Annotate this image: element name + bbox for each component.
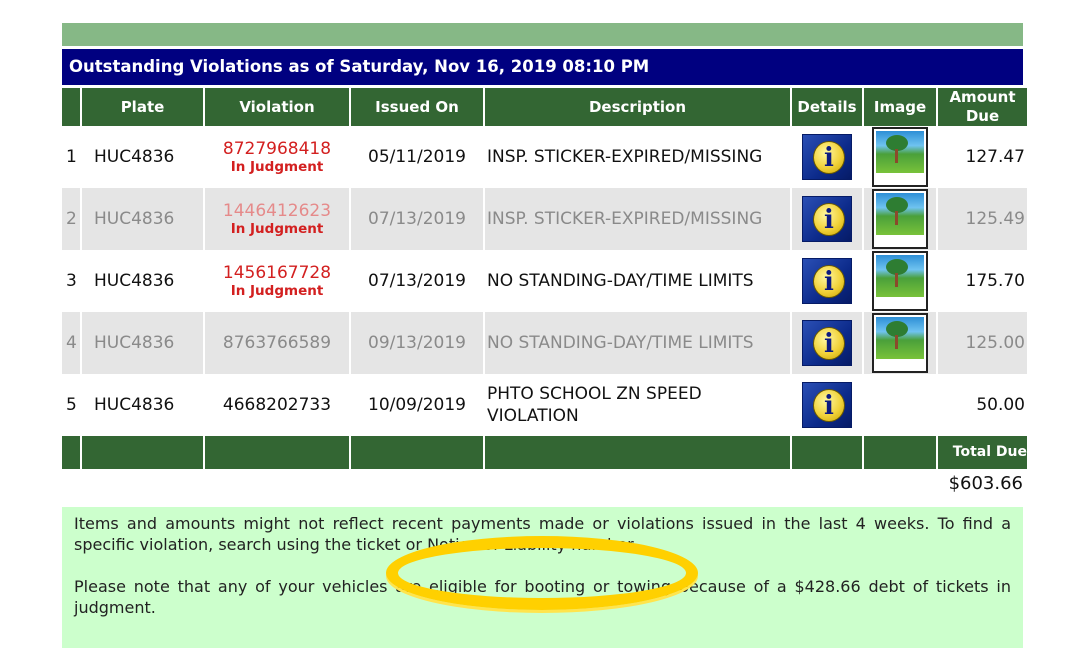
table-row: 4 HUC4836 8763766589 09/13/2019 NO STAND… bbox=[62, 312, 1027, 374]
plate-cell: HUC4836 bbox=[82, 126, 203, 188]
violations-panel: Outstanding Violations as of Saturday, N… bbox=[62, 23, 1027, 648]
plate-cell: HUC4836 bbox=[82, 374, 203, 436]
table-row: 3 HUC4836 1456167728 In Judgment 07/13/2… bbox=[62, 250, 1027, 312]
notice-payments-text: Items and amounts might not reflect rece… bbox=[74, 514, 1011, 554]
amount-due-cell: 125.00 bbox=[938, 312, 1027, 374]
info-icon[interactable]: i bbox=[802, 258, 852, 304]
row-index: 2 bbox=[62, 188, 80, 250]
total-row: Total Due bbox=[62, 436, 1027, 469]
page-title: Outstanding Violations as of Saturday, N… bbox=[62, 49, 1023, 85]
violation-cell: 8763766589 bbox=[205, 312, 349, 374]
violation-number-link[interactable]: 4668202733 bbox=[205, 395, 349, 415]
issued-on-cell: 09/13/2019 bbox=[351, 312, 483, 374]
info-icon[interactable]: i bbox=[802, 196, 852, 242]
violation-cell: 1456167728 In Judgment bbox=[205, 250, 349, 312]
plate-cell: HUC4836 bbox=[82, 188, 203, 250]
plate-cell: HUC4836 bbox=[82, 250, 203, 312]
top-bar bbox=[62, 23, 1023, 46]
description-cell: INSP. STICKER-EXPIRED/MISSING bbox=[485, 188, 790, 250]
description-cell: PHTO SCHOOL ZN SPEED VIOLATION bbox=[485, 374, 790, 436]
issued-on-cell: 05/11/2019 bbox=[351, 126, 483, 188]
description-cell: NO STANDING-DAY/TIME LIMITS bbox=[485, 250, 790, 312]
description-cell: INSP. STICKER-EXPIRED/MISSING bbox=[485, 126, 790, 188]
issued-on-cell: 07/13/2019 bbox=[351, 250, 483, 312]
image-cell bbox=[864, 126, 936, 188]
amount-due-cell: 50.00 bbox=[938, 374, 1027, 436]
col-header-image: Image bbox=[864, 85, 936, 126]
photo-thumbnail-icon[interactable] bbox=[872, 189, 928, 249]
violation-number-link[interactable]: 1446412623 bbox=[205, 201, 349, 221]
issued-on-cell: 10/09/2019 bbox=[351, 374, 483, 436]
row-index: 4 bbox=[62, 312, 80, 374]
notice-booting-text: Please note that any of your vehicles ar… bbox=[74, 577, 1011, 617]
amount-due-cell: 125.49 bbox=[938, 188, 1027, 250]
row-index: 5 bbox=[62, 374, 80, 436]
photo-thumbnail-icon[interactable] bbox=[872, 127, 928, 187]
photo-thumbnail-icon[interactable] bbox=[872, 251, 928, 311]
judgment-status: In Judgment bbox=[230, 158, 324, 175]
col-header-issued-on: Issued On bbox=[351, 85, 483, 126]
violation-cell: 8727968418 In Judgment bbox=[205, 126, 349, 188]
col-header-details: Details bbox=[792, 85, 862, 126]
details-cell: i bbox=[792, 126, 862, 188]
table-header: Plate Violation Issued On Description De… bbox=[62, 85, 1027, 126]
judgment-status: In Judgment bbox=[230, 220, 324, 237]
details-cell: i bbox=[792, 312, 862, 374]
col-header-amount-due: Amount Due bbox=[938, 85, 1027, 126]
info-icon[interactable]: i bbox=[802, 134, 852, 180]
total-due-value: $603.66 bbox=[948, 473, 1023, 494]
col-header-index bbox=[62, 85, 80, 126]
details-cell: i bbox=[792, 188, 862, 250]
judgment-status: In Judgment bbox=[230, 282, 324, 299]
row-index: 3 bbox=[62, 250, 80, 312]
col-header-violation: Violation bbox=[205, 85, 349, 126]
description-cell: NO STANDING-DAY/TIME LIMITS bbox=[485, 312, 790, 374]
table-row: 1 HUC4836 8727968418 In Judgment 05/11/2… bbox=[62, 126, 1027, 188]
details-cell: i bbox=[792, 374, 862, 436]
amount-due-cell: 175.70 bbox=[938, 250, 1027, 312]
issued-on-cell: 07/13/2019 bbox=[351, 188, 483, 250]
violation-cell: 4668202733 bbox=[205, 374, 349, 436]
violation-number-link[interactable]: 1456167728 bbox=[205, 263, 349, 283]
image-cell bbox=[864, 250, 936, 312]
info-icon[interactable]: i bbox=[802, 382, 852, 428]
col-header-description: Description bbox=[485, 85, 790, 126]
violation-number-link[interactable]: 8727968418 bbox=[205, 139, 349, 159]
info-icon[interactable]: i bbox=[802, 320, 852, 366]
image-cell bbox=[864, 188, 936, 250]
plate-cell: HUC4836 bbox=[82, 312, 203, 374]
details-cell: i bbox=[792, 250, 862, 312]
violation-cell: 1446412623 In Judgment bbox=[205, 188, 349, 250]
violations-table: Plate Violation Issued On Description De… bbox=[60, 85, 1029, 469]
image-cell bbox=[864, 374, 936, 436]
col-header-plate: Plate bbox=[82, 85, 203, 126]
table-row: 5 HUC4836 4668202733 10/09/2019 PHTO SCH… bbox=[62, 374, 1027, 436]
row-index: 1 bbox=[62, 126, 80, 188]
total-due-label: Total Due bbox=[938, 436, 1027, 469]
table-row: 2 HUC4836 1446412623 In Judgment 07/13/2… bbox=[62, 188, 1027, 250]
violation-number-link[interactable]: 8763766589 bbox=[205, 333, 349, 353]
photo-thumbnail-icon[interactable] bbox=[872, 313, 928, 373]
notice-box: Items and amounts might not reflect rece… bbox=[62, 507, 1023, 648]
amount-due-cell: 127.47 bbox=[938, 126, 1027, 188]
image-cell bbox=[864, 312, 936, 374]
